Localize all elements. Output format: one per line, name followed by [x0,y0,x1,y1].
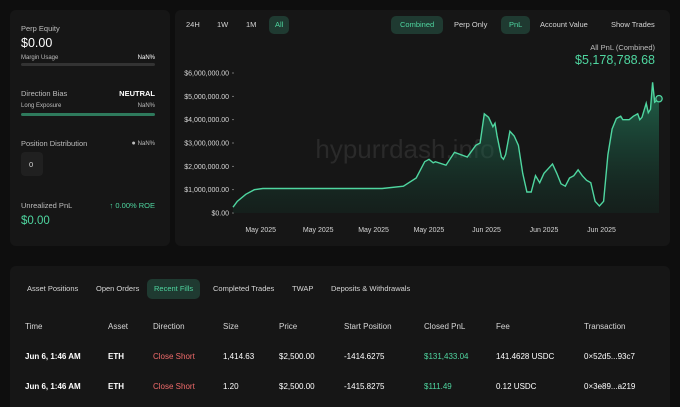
y-tick-label: $0.00 [211,211,229,218]
long-exposure-label: Long Exposure [21,103,62,109]
y-tick-label: $1,000,000.00 [184,187,229,194]
cell-asset: ETH [108,382,124,391]
x-tick-label: May 2025 [303,227,334,234]
position-distribution-percent: NaN% [137,141,155,147]
cell-closed-pnl: $111.49 [424,382,452,391]
roe-value: ↑ 0.00% ROE [110,201,155,210]
long-exposure-value: NaN% [137,103,155,109]
tab-deposits-withdrawals[interactable]: Deposits & Withdrawals [324,279,417,299]
cell-fee: 141.4628 USDC [496,352,555,361]
cell-asset: ETH [108,352,124,361]
y-tick-label: $4,000,000.00 [184,117,229,124]
tab-twap[interactable]: TWAP [285,279,320,299]
y-tick-label: $2,000,000.00 [184,164,229,171]
account-summary-panel: Perp Equity $0.00 Margin Usage NaN% Dire… [10,10,170,246]
direction-bias-value: NEUTRAL [119,89,155,98]
header-direction: Direction [153,322,185,331]
pnl-chart-panel: 24H 1W 1M All Combined Perp Only PnL Acc… [175,10,670,246]
tab-recent-fills[interactable]: Recent Fills [147,279,201,299]
perp-equity-label: Perp Equity [21,24,60,33]
header-transaction: Transaction [584,322,626,331]
x-tick-label: May 2025 [245,227,276,234]
position-count-box: 0 [21,152,43,176]
cell-direction: Close Short [153,352,195,361]
header-size: Size [223,322,239,331]
x-tick-label: Jun 2025 [587,227,616,234]
cell-closed-pnl: $131,433.04 [424,352,469,361]
x-tick-label: Jun 2025 [530,227,559,234]
cell-direction: Close Short [153,382,195,391]
header-asset: Asset [108,322,129,331]
header-fee: Fee [496,322,510,331]
unrealized-pnl-label: Unrealized PnL [21,201,73,210]
margin-usage-value: NaN% [137,55,155,61]
pnl-endpoint-marker[interactable] [655,94,663,103]
cell-transaction-link[interactable]: 0×3e89...a219 [584,382,635,391]
cell-time: Jun 6, 1:46 AM [25,382,81,391]
fills-panel: Asset Positions Open Orders Recent Fills… [10,266,670,407]
x-tick-label: Jun 2025 [472,227,501,234]
x-tick-label: May 2025 [358,227,389,234]
cell-start-position: -1414.6275 [344,352,385,361]
tab-open-orders[interactable]: Open Orders [89,279,146,299]
tab-asset-positions[interactable]: Asset Positions [20,279,85,299]
cell-start-position: -1415.8275 [344,382,385,391]
cell-price: $2,500.00 [279,382,315,391]
tab-completed-trades[interactable]: Completed Trades [206,279,281,299]
perp-equity-value: $0.00 [21,36,53,50]
cell-size: 1,414.63 [223,352,255,361]
y-tick-label: $3,000,000.00 [184,141,229,148]
unrealized-pnl-value: $0.00 [21,215,50,227]
cell-size: 1.20 [223,382,239,391]
header-start-position: Start Position [344,322,392,331]
position-distribution-label: Position Distribution [21,139,88,148]
y-tick-label: $6,000,000.00 [184,71,229,78]
position-distribution-value: ● NaN% [131,140,155,147]
y-tick-label: $5,000,000.00 [184,94,229,101]
cell-fee: 0.12 USDC [496,382,537,391]
margin-usage-label: Margin Usage [21,55,59,61]
header-time: Time [25,322,43,331]
cell-time: Jun 6, 1:46 AM [25,352,81,361]
margin-usage-bar [21,63,155,66]
cell-transaction-link[interactable]: 0×52d5...93c7 [584,352,635,361]
cell-price: $2,500.00 [279,352,315,361]
roe-text: 0.00% ROE [115,201,155,210]
pnl-chart: hypurrdash.info $0.00$1,000,000.00$2,000… [184,71,663,234]
direction-bias-label: Direction Bias [21,89,68,98]
x-tick-label: May 2025 [414,227,445,234]
long-exposure-bar [21,113,155,116]
header-closed-pnl: Closed PnL [424,322,466,331]
position-count: 0 [29,160,34,169]
header-price: Price [279,322,298,331]
